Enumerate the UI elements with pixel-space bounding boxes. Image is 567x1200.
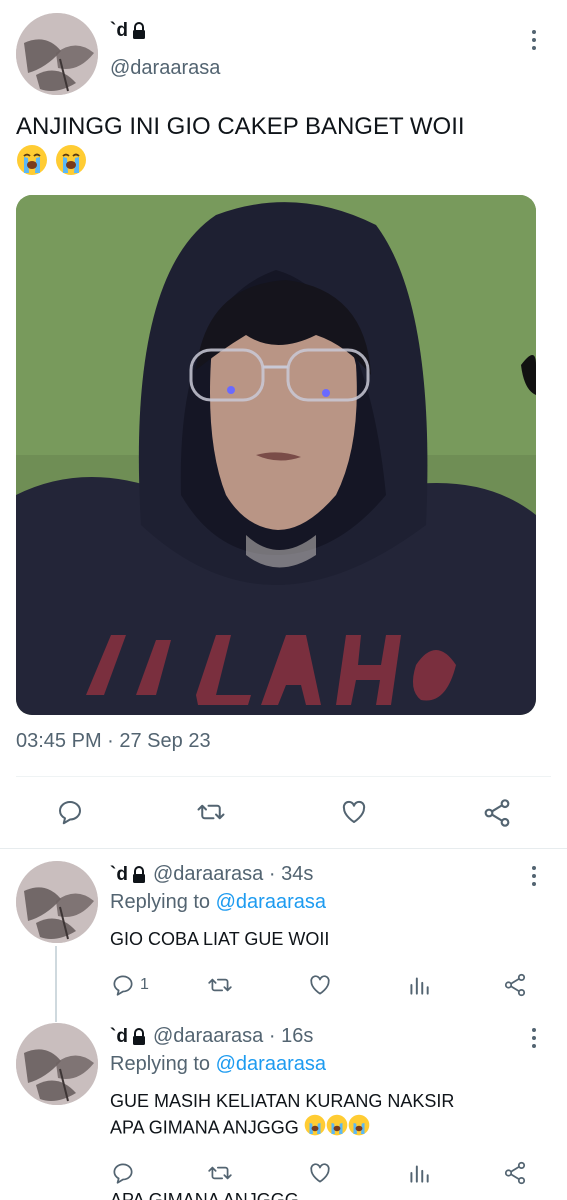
loudly-crying-emoji-icon [326,1114,348,1143]
display-name[interactable]: `d [110,864,128,886]
divider [16,776,551,777]
author-name-line: `d [110,20,147,42]
handle[interactable]: @daraarasa [110,57,220,80]
more-options-icon[interactable] [530,866,538,890]
heart-icon [310,1163,330,1183]
display-name[interactable]: `d [110,1026,128,1048]
divider [0,848,567,849]
retweet-icon [208,1166,232,1180]
author-name-line: `d @daraarasa · 34s [110,863,313,886]
replying-prefix: Replying to [110,1053,216,1075]
share-icon [484,799,510,827]
thread-line [55,946,57,1022]
loudly-crying-emoji-icon [55,144,87,186]
replying-to: Replying to @daraarasa [110,891,326,914]
heart-icon [310,975,330,995]
retweet-button[interactable] [206,1160,234,1186]
reply-time[interactable]: 34s [281,863,313,886]
author-name-line: `d @daraarasa · 16s [110,1025,313,1048]
avatar[interactable] [16,1023,98,1105]
reply-text: GIO COBA LIAT GUE WOII [110,929,330,949]
avatar[interactable] [16,861,98,943]
next-reply-text-preview: APA GIMANA ANJGGG [110,1190,299,1200]
loudly-crying-emoji-icon [16,144,48,186]
lock-icon [132,1027,145,1045]
share-button[interactable] [481,797,513,829]
analytics-button[interactable] [406,972,432,998]
analytics-icon [410,977,429,995]
like-button[interactable] [338,797,370,827]
tweet-photo[interactable] [16,195,536,715]
retweet-button[interactable] [195,797,227,827]
reply-button[interactable] [110,1160,136,1186]
separator: · [263,863,282,885]
like-button[interactable] [306,972,334,998]
heart-icon [342,800,366,823]
retweet-button[interactable] [206,972,234,998]
loudly-crying-emoji-icon [304,1114,326,1143]
more-options-icon[interactable] [530,30,538,54]
replying-prefix: Replying to [110,891,216,913]
mention-link[interactable]: @daraarasa [216,1053,326,1075]
reply-button[interactable]: 1 [110,972,149,998]
handle[interactable]: @daraarasa [153,863,263,886]
loudly-crying-emoji-icon [348,1114,370,1143]
analytics-button[interactable] [406,1160,432,1186]
lock-icon [132,22,145,39]
tweet-text: ANJINGG INI GIO CAKEP BANGET WOII [16,110,551,186]
reply-button[interactable] [55,797,85,827]
avatar[interactable] [16,13,98,95]
separator: · [263,1025,282,1047]
mention-link[interactable]: @daraarasa [216,891,326,913]
replying-to: Replying to @daraarasa [110,1053,326,1076]
like-button[interactable] [306,1160,334,1186]
handle[interactable]: @daraarasa [153,1025,263,1048]
reply-icon [59,801,81,825]
reply-icon [113,1163,133,1184]
share-button[interactable] [502,972,528,998]
reply-text-line: GUE MASIH KELIATAN KURANG NAKSIR [110,1091,455,1111]
lock-icon [132,865,145,883]
display-name[interactable]: `d [110,20,128,42]
share-icon [504,1161,526,1185]
retweet-icon [208,978,232,992]
timestamp[interactable]: 03:45 PM · 27 Sep 23 [16,730,211,753]
share-icon [504,973,526,997]
reply-text: GUE MASIH KELIATAN KURANG NAKSIR APA GIM… [110,1088,454,1143]
share-button[interactable] [502,1160,528,1186]
reply-text-line: APA GIMANA ANJGGG [110,1117,299,1138]
tweet-text-body: ANJINGG INI GIO CAKEP BANGET WOII [16,113,465,140]
reply-count: 1 [140,976,149,993]
reply-time[interactable]: 16s [281,1025,313,1048]
analytics-icon [410,1165,429,1183]
more-options-icon[interactable] [530,1028,538,1052]
reply-icon [113,975,133,996]
retweet-icon [197,804,225,820]
